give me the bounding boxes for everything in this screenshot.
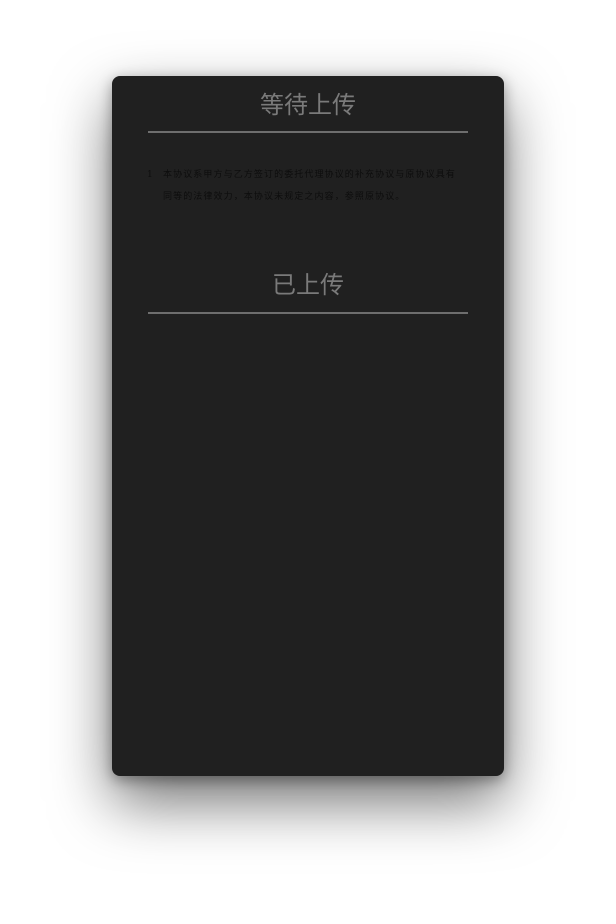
pending-document-item[interactable]: 1 本协议系甲方与乙方签订的委托代理协议的补充协议与原协议具有同等的法律效力，本… [147, 164, 465, 208]
pending-divider [148, 131, 468, 133]
uploaded-divider [148, 312, 468, 314]
document-number: 1 [147, 170, 154, 180]
document-text: 本协议系甲方与乙方签订的委托代理协议的补充协议与原协议具有同等的法律效力，本协议… [163, 170, 456, 202]
pending-section-title: 等待上传 [260, 91, 356, 119]
upload-panel: 等待上传 1 本协议系甲方与乙方签订的委托代理协议的补充协议与原协议具有同等的法… [112, 76, 504, 776]
uploaded-section-title: 已上传 [272, 271, 344, 299]
